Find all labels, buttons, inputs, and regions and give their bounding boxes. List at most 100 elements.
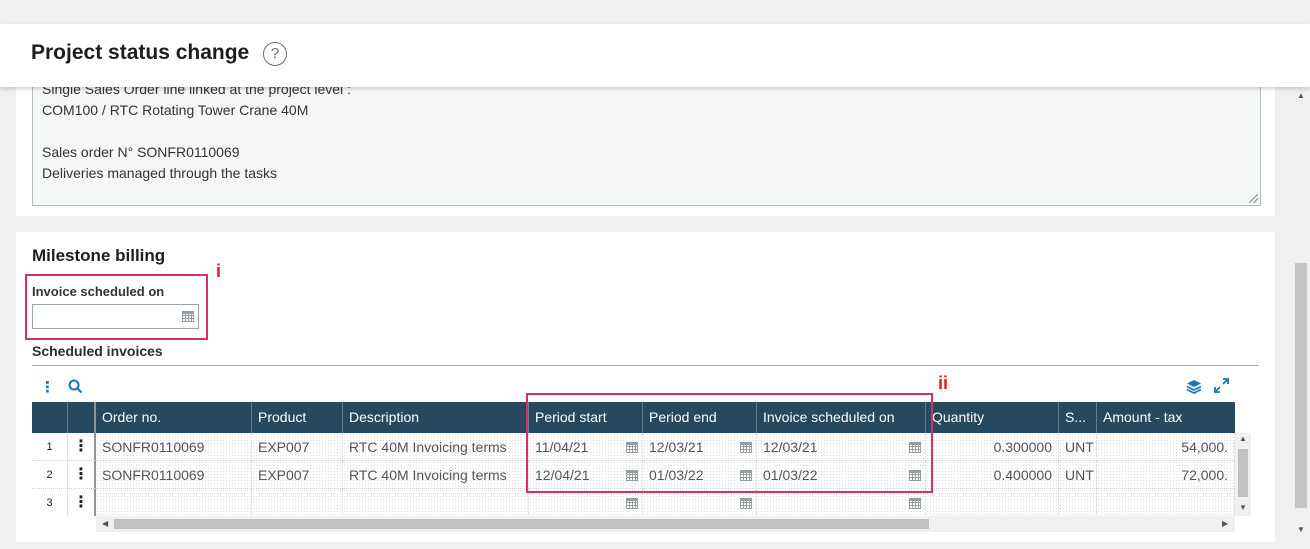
milestone-billing-card: Milestone billing Invoice scheduled on i… [16, 232, 1275, 542]
cell-description[interactable]: RTC 40M Invoicing terms [343, 461, 529, 489]
notes-line: COM100 / RTC Rotating Tower Crane 40M [42, 102, 309, 118]
cell-period-end[interactable]: 01/03/22 [643, 461, 757, 489]
scroll-thumb[interactable] [1238, 449, 1248, 497]
scheduled-invoices-grid: Order no. Product Description Period sta… [32, 402, 1235, 516]
cell-value: 11/04/21 [535, 439, 589, 455]
cell-value: 01/03/22 [763, 467, 818, 483]
scroll-down-icon[interactable]: ▼ [1297, 525, 1305, 534]
col-invoice-scheduled-on[interactable]: Invoice scheduled on [757, 402, 926, 433]
col-actions [68, 402, 96, 433]
notes-line: Deliveries managed through the tasks [42, 165, 278, 181]
cell-unit[interactable] [1059, 489, 1097, 516]
col-product[interactable]: Product [252, 402, 343, 433]
table-row[interactable]: 2 ⋮ SONFR0110069 EXP007 RTC 40M Invoicin… [32, 461, 1235, 489]
page-scrollbar[interactable]: ▲ ▼ [1293, 87, 1310, 542]
grid-header: Order no. Product Description Period sta… [32, 402, 1235, 433]
expand-icon[interactable] [1214, 378, 1229, 397]
cell-period-start[interactable] [529, 489, 643, 516]
marker-ii: ii [938, 373, 949, 393]
scroll-right-icon[interactable]: ▶ [1222, 519, 1228, 528]
section-title: Milestone billing [32, 246, 166, 265]
cell-value: 12/03/21 [763, 439, 818, 455]
cell-invoice-scheduled-on[interactable]: 12/03/21 [757, 433, 926, 461]
cell-amount-tax[interactable] [1097, 489, 1235, 516]
cell-period-end[interactable] [643, 489, 757, 516]
calendar-icon[interactable] [909, 498, 921, 509]
invoice-scheduled-label: Invoice scheduled on [32, 284, 165, 299]
cell-unit[interactable]: UNT [1059, 461, 1097, 489]
grid-horizontal-scrollbar[interactable]: ◀ ▶ [96, 516, 1235, 532]
scroll-left-icon[interactable]: ◀ [102, 519, 108, 528]
grid-vertical-scrollbar[interactable]: ▲ ▼ [1235, 433, 1251, 516]
invoice-scheduled-input[interactable] [32, 304, 199, 329]
cell-value: 12/04/21 [535, 467, 590, 483]
page-title: Project status change [31, 41, 250, 64]
row-menu-icon[interactable]: ⋮ [68, 433, 96, 461]
layers-icon[interactable] [1186, 379, 1202, 398]
col-quantity[interactable]: Quantity [926, 402, 1059, 433]
divider [32, 365, 1259, 366]
calendar-icon[interactable] [626, 442, 638, 453]
cell-value: 12/03/21 [649, 439, 704, 455]
marker-i: i [216, 261, 222, 281]
cell-description[interactable] [343, 489, 529, 516]
cell-product[interactable] [252, 489, 343, 516]
col-period-end[interactable]: Period end [643, 402, 757, 433]
search-icon[interactable] [68, 379, 83, 398]
cell-value: 01/03/22 [649, 467, 704, 483]
more-actions-icon[interactable]: ⋮ [40, 378, 55, 396]
notes-line: Single Sales Order line linked at the pr… [42, 87, 351, 97]
top-bar: Project status change ? [0, 24, 1310, 87]
cell-quantity[interactable]: 0.300000 [926, 433, 1059, 461]
cell-order-no[interactable]: SONFR0110069 [96, 433, 252, 461]
notes-card: Single Sales Order line linked at the pr… [16, 87, 1275, 216]
col-amount-tax[interactable]: Amount - tax [1097, 402, 1235, 433]
cell-quantity[interactable]: 0.400000 [926, 461, 1059, 489]
cell-invoice-scheduled-on[interactable]: 01/03/22 [757, 461, 926, 489]
cell-product[interactable]: EXP007 [252, 433, 343, 461]
help-icon[interactable]: ? [263, 42, 287, 66]
calendar-icon[interactable] [740, 498, 752, 509]
cell-amount-tax[interactable]: 72,000. [1097, 461, 1235, 489]
calendar-icon[interactable] [909, 442, 921, 453]
cell-unit[interactable]: UNT [1059, 433, 1097, 461]
col-period-start[interactable]: Period start [529, 402, 643, 433]
cell-order-no[interactable]: SONFR0110069 [96, 461, 252, 489]
cell-product[interactable]: EXP007 [252, 461, 343, 489]
col-description[interactable]: Description [343, 402, 529, 433]
row-index: 1 [32, 433, 68, 461]
cell-period-end[interactable]: 12/03/21 [643, 433, 757, 461]
cell-amount-tax[interactable]: 54,000. [1097, 433, 1235, 461]
col-index [32, 402, 68, 433]
table-row[interactable]: 3 ⋮ [32, 489, 1235, 516]
calendar-icon[interactable] [626, 470, 638, 481]
row-menu-icon[interactable]: ⋮ [68, 489, 96, 516]
col-order-no[interactable]: Order no. [96, 402, 252, 433]
col-unit[interactable]: S... [1059, 402, 1097, 433]
scroll-up-icon[interactable]: ▲ [1297, 91, 1305, 100]
cell-quantity[interactable] [926, 489, 1059, 516]
calendar-icon[interactable] [909, 470, 921, 481]
calendar-icon[interactable] [626, 498, 638, 509]
calendar-icon[interactable] [740, 442, 752, 453]
scheduled-invoices-title: Scheduled invoices [32, 343, 163, 359]
cell-description[interactable]: RTC 40M Invoicing terms [343, 433, 529, 461]
cell-order-no[interactable] [96, 489, 252, 516]
resize-grip-icon[interactable] [1249, 194, 1258, 203]
cell-invoice-scheduled-on[interactable] [757, 489, 926, 516]
notes-line [42, 121, 351, 142]
notes-textarea[interactable]: Single Sales Order line linked at the pr… [32, 87, 1261, 206]
scroll-thumb[interactable] [114, 519, 929, 529]
calendar-icon[interactable] [182, 311, 194, 322]
scroll-down-icon[interactable]: ▼ [1239, 503, 1247, 512]
notes-line: Sales order N° SONFR0110069 [42, 144, 240, 160]
cell-period-start[interactable]: 11/04/21 [529, 433, 643, 461]
row-index: 2 [32, 461, 68, 489]
scroll-up-icon[interactable]: ▲ [1239, 434, 1247, 443]
scroll-thumb[interactable] [1295, 263, 1307, 508]
calendar-icon[interactable] [740, 470, 752, 481]
row-menu-icon[interactable]: ⋮ [68, 461, 96, 489]
table-row[interactable]: 1 ⋮ SONFR0110069 EXP007 RTC 40M Invoicin… [32, 433, 1235, 461]
cell-period-start[interactable]: 12/04/21 [529, 461, 643, 489]
row-index: 3 [32, 489, 68, 516]
